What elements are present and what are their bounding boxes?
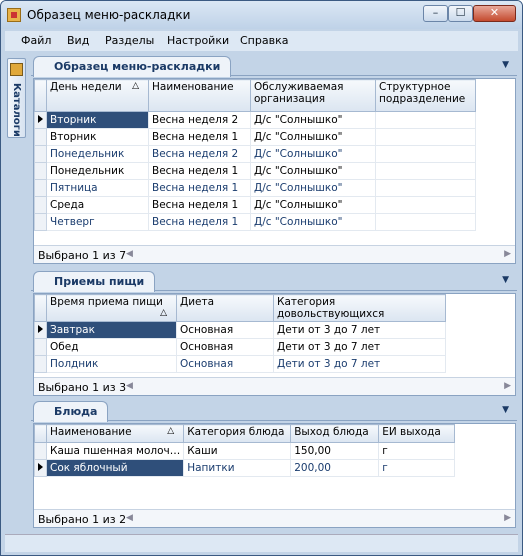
window-title: Образец меню-раскладки (27, 8, 191, 22)
row-pointer-icon (34, 111, 47, 129)
tab-menu-layout[interactable]: Образец меню-раскладки (33, 56, 232, 77)
tab-dishes[interactable]: Блюда (33, 401, 109, 422)
scroll-right-icon[interactable]: ▶ (504, 381, 511, 391)
table-row[interactable]: Вторник Весна неделя 2 Д/с "Солнышко" (34, 111, 476, 129)
grid-footer: Выбрано 1 из 2 ◀ ▶ (34, 509, 515, 527)
scroll-right-icon[interactable]: ▶ (504, 249, 511, 259)
scroll-left-icon[interactable]: ◀ (126, 381, 133, 391)
sidebar-tab-catalogs[interactable]: Каталоги (7, 58, 26, 138)
tab-meals[interactable]: Приемы пищи (33, 271, 156, 292)
app-icon (7, 8, 21, 22)
menu-settings[interactable]: Настройки (167, 34, 229, 47)
column-header[interactable]: Выход блюда (290, 424, 380, 443)
chevron-down-icon[interactable]: ▼ (502, 275, 509, 285)
scroll-left-icon[interactable]: ◀ (126, 513, 133, 523)
close-button[interactable]: ✕ (473, 5, 516, 22)
title-bar: Образец меню-раскладки – ☐ ✕ (1, 1, 522, 29)
meals-panel: Приемы пищи ▼ Время приема пищи △ Диета К… (31, 271, 517, 397)
menu-layout-table: День недели △ Наименование Обслуживаемая … (34, 79, 476, 231)
app-window: Образец меню-раскладки – ☐ ✕ Файл Вид Ра… (0, 0, 523, 556)
table-row[interactable]: Вторник Весна неделя 1 Д/с "Солнышко" (34, 128, 476, 146)
table-row[interactable]: Каша пшенная молоч… Каши 150,00 г (34, 442, 456, 460)
column-header[interactable]: Наименование (148, 79, 251, 112)
row-indicator-header (34, 424, 47, 443)
row-indicator-header (34, 79, 47, 112)
table-row[interactable]: Завтрак Основная Дети от 3 до 7 лет (34, 321, 446, 339)
menu-file[interactable]: Файл (21, 34, 51, 47)
column-header[interactable]: Структурное подразделение (375, 79, 476, 112)
table-row[interactable]: Обед Основная Дети от 3 до 7 лет (34, 338, 446, 356)
panel-header: Приемы пищи ▼ (31, 271, 517, 292)
column-header[interactable]: Категория блюда (183, 424, 292, 443)
table-row[interactable]: Понедельник Весна неделя 1 Д/с "Солнышко" (34, 162, 476, 180)
sort-asc-icon: △ (167, 426, 175, 436)
menu-bar: Файл Вид Разделы Настройки Справка (5, 31, 518, 51)
column-header[interactable]: Время приема пищи △ (46, 294, 177, 322)
row-indicator-header (34, 294, 47, 322)
table-row[interactable]: Понедельник Весна неделя 2 Д/с "Солнышко" (34, 145, 476, 163)
minimize-button[interactable]: – (423, 5, 448, 22)
selection-count: Выбрано 1 из 7 (38, 249, 127, 262)
dishes-panel: Блюда ▼ Наименование △ Категория блюда Вы… (31, 401, 517, 529)
dishes-table: Наименование △ Категория блюда Выход блюд… (34, 424, 456, 477)
menu-sections[interactable]: Разделы (105, 34, 154, 47)
table-row[interactable]: Четверг Весна неделя 1 Д/с "Солнышко" (34, 213, 476, 231)
row-pointer-icon (34, 459, 47, 477)
selection-count: Выбрано 1 из 3 (38, 381, 127, 394)
meals-table: Время приема пищи △ Диета Категория довол… (34, 294, 446, 373)
chevron-down-icon[interactable]: ▼ (502, 405, 509, 415)
sidebar-tab-label: Каталоги (11, 83, 22, 137)
grid-footer: Выбрано 1 из 3 ◀ ▶ (34, 377, 515, 395)
sort-asc-icon: △ (132, 81, 139, 91)
chevron-down-icon[interactable]: ▼ (502, 60, 509, 70)
panel-header: Образец меню-раскладки ▼ (31, 56, 517, 77)
table-row[interactable]: Среда Весна неделя 1 Д/с "Солнышко" (34, 196, 476, 214)
sort-asc-icon: △ (160, 308, 167, 318)
column-header[interactable]: Обслуживаемая организация (250, 79, 376, 112)
table-row[interactable]: Сок яблочный Напитки 200,00 г (34, 459, 456, 477)
selection-count: Выбрано 1 из 2 (38, 513, 127, 526)
menu-layout-panel: Образец меню-раскладки ▼ День недели △ На… (31, 56, 517, 266)
menu-layout-grid: День недели △ Наименование Обслуживаемая … (33, 78, 516, 264)
scroll-left-icon[interactable]: ◀ (126, 249, 133, 259)
menu-view[interactable]: Вид (67, 34, 89, 47)
table-row[interactable]: Полдник Основная Дети от 3 до 7 лет (34, 355, 446, 373)
column-header[interactable]: Диета (176, 294, 274, 322)
column-header[interactable]: Категория довольствующихся (273, 294, 446, 322)
menu-help[interactable]: Справка (240, 34, 288, 47)
grid-footer: Выбрано 1 из 7 ◀ ▶ (34, 245, 515, 263)
dishes-grid: Наименование △ Категория блюда Выход блюд… (33, 423, 516, 528)
column-header[interactable]: Наименование △ (45, 424, 185, 443)
column-header[interactable]: ЕИ выхода (378, 424, 456, 443)
panel-header: Блюда ▼ (31, 401, 517, 422)
status-bar (5, 534, 518, 552)
table-row[interactable]: Пятница Весна неделя 1 Д/с "Солнышко" (34, 179, 476, 197)
column-header[interactable]: День недели △ (46, 79, 149, 112)
catalog-icon (10, 63, 23, 76)
row-pointer-icon (34, 321, 47, 339)
scroll-right-icon[interactable]: ▶ (504, 513, 511, 523)
meals-grid: Время приема пищи △ Диета Категория довол… (33, 293, 516, 396)
maximize-button[interactable]: ☐ (448, 5, 473, 22)
